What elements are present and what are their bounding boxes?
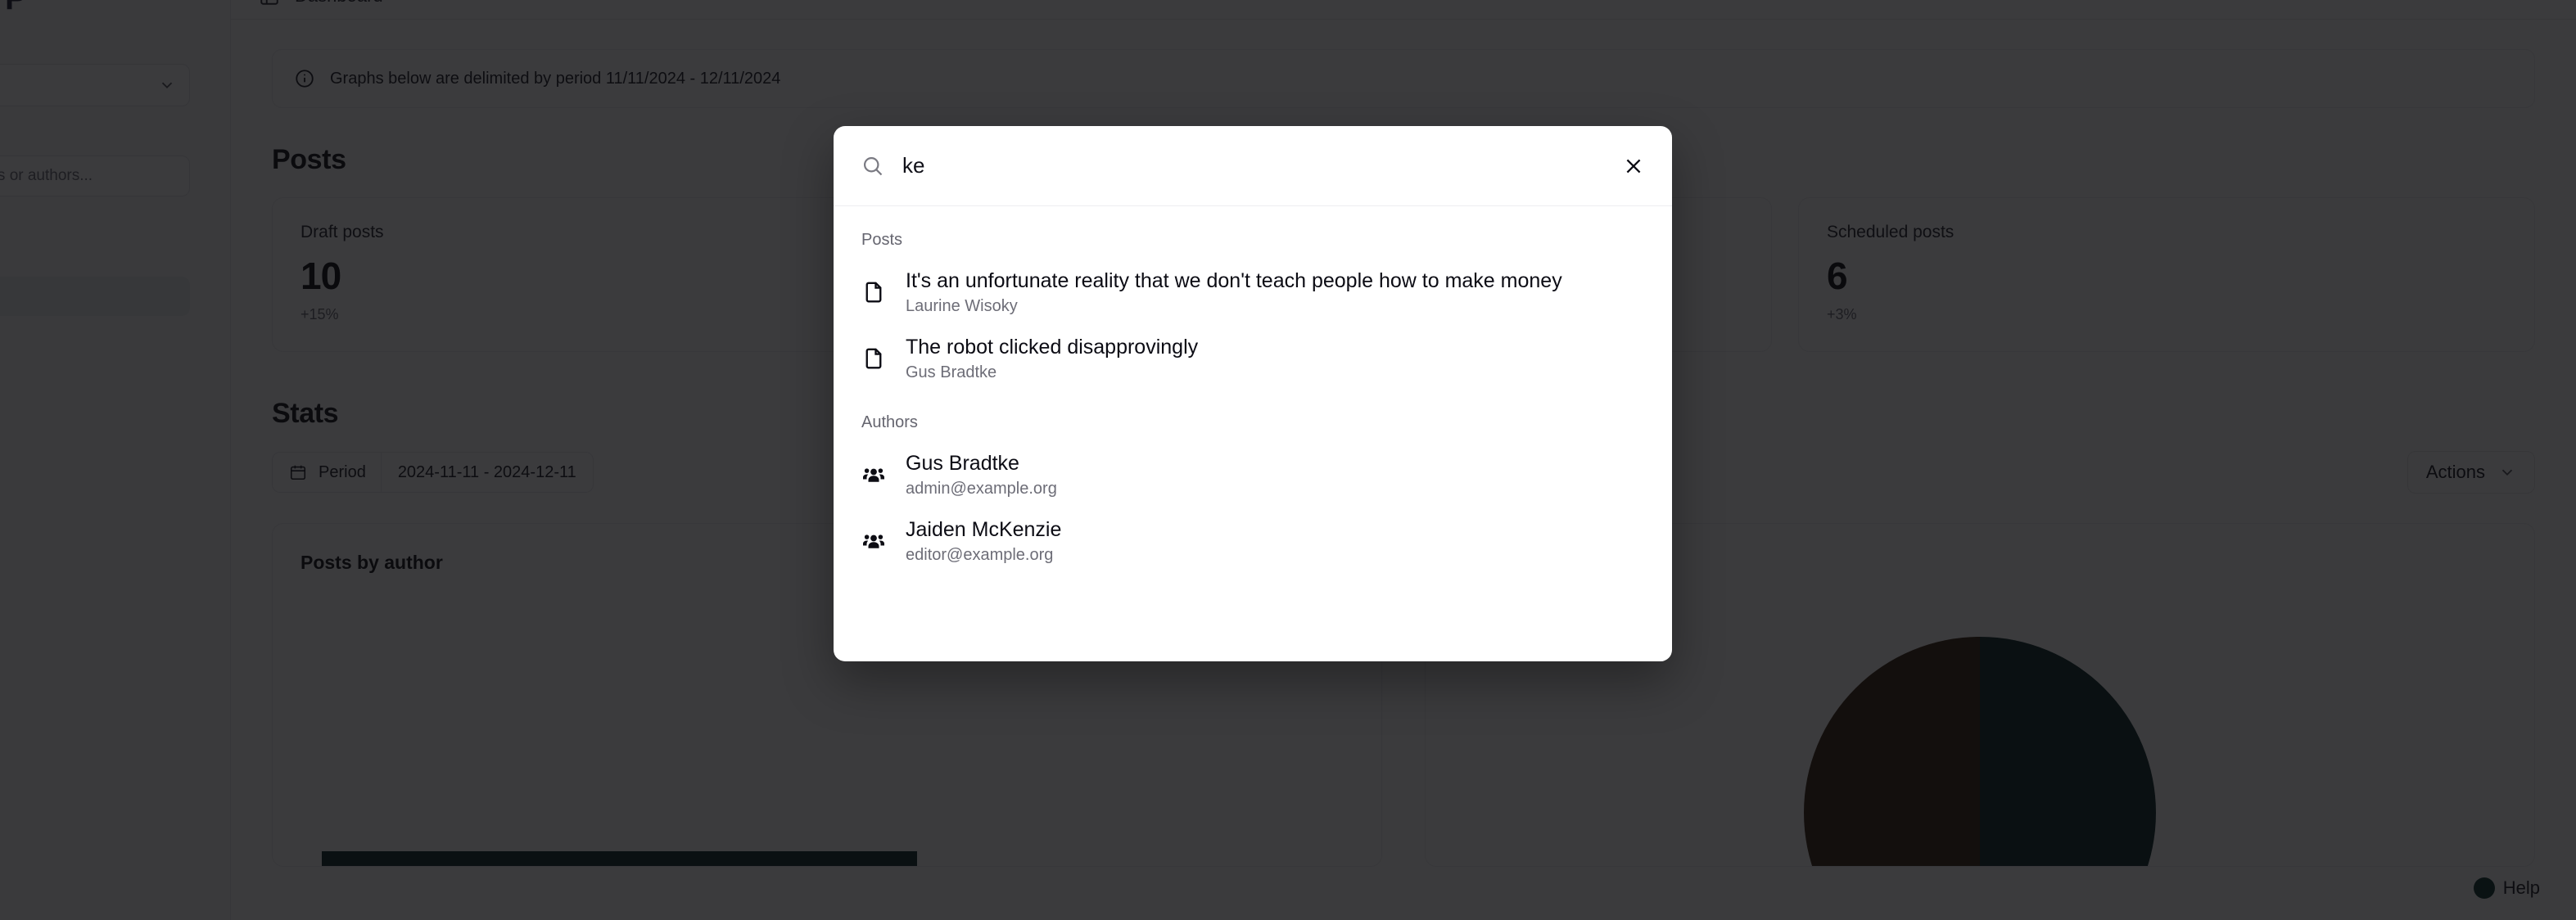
results-group-label-authors: Authors [861,413,918,431]
search-result-post[interactable]: It's an unfortunate reality that we don'… [834,259,1672,326]
document-icon [865,348,882,368]
document-icon [865,282,882,302]
result-subtitle: editor@example.org [906,546,1054,564]
results-group-label-posts: Posts [861,231,903,249]
close-icon [1626,159,1641,173]
result-title: The robot clicked disapprovingly [906,336,1199,359]
search-result-author[interactable]: Jaiden McKenzie editor@example.org [834,508,1672,575]
search-result-post[interactable]: The robot clicked disapprovingly Gus Bra… [834,326,1672,392]
search-modal: Posts It's an unfortunate reality that w… [834,126,1672,661]
people-icon [863,467,884,482]
search-results: Posts It's an unfortunate reality that w… [834,206,1672,661]
result-title: It's an unfortunate reality that we don'… [906,269,1562,292]
result-text: Gus Bradtke admin@example.org [906,450,1057,498]
result-subtitle: admin@example.org [906,480,1057,498]
search-input[interactable] [902,153,1602,178]
search-bar [834,126,1672,206]
people-icon [863,534,884,548]
result-subtitle: Laurine Wisoky [906,297,1018,315]
result-text: It's an unfortunate reality that we don'… [906,268,1562,316]
search-icon [863,156,883,175]
result-text: Jaiden McKenzie editor@example.org [906,516,1061,565]
search-result-author[interactable]: Gus Bradtke admin@example.org [834,442,1672,508]
result-title: Gus Bradtke [906,452,1019,475]
result-title: Jaiden McKenzie [906,518,1062,541]
result-text: The robot clicked disapprovingly Gus Bra… [906,334,1198,382]
result-subtitle: Gus Bradtke [906,363,997,381]
close-button[interactable] [1620,152,1647,180]
